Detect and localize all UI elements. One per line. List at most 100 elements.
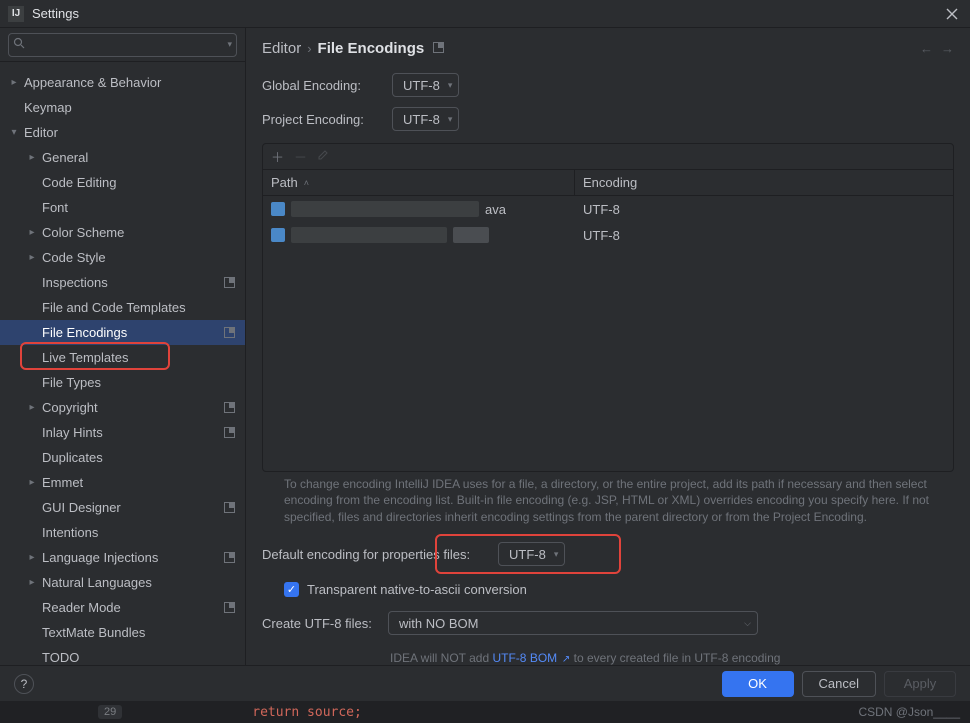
sidebar-item-file-and-code-templates[interactable]: ▸File and Code Templates bbox=[0, 295, 245, 320]
encoding-cell: UTF-8 bbox=[575, 228, 953, 243]
modified-icon bbox=[223, 401, 237, 415]
bom-hint: IDEA will NOT add UTF-8 BOM ↗ to every c… bbox=[262, 651, 954, 665]
default-props-combo[interactable]: UTF-8 ▾ bbox=[498, 542, 565, 566]
back-icon[interactable]: ← bbox=[920, 41, 933, 56]
tree-item-label: Color Scheme bbox=[42, 225, 237, 240]
edit-icon bbox=[317, 149, 329, 164]
transparent-ascii-row[interactable]: ✓ Transparent native-to-ascii conversion bbox=[262, 582, 954, 597]
path-cell bbox=[263, 227, 575, 243]
tree-item-label: Editor bbox=[24, 125, 237, 140]
sidebar-item-inspections[interactable]: ▸Inspections bbox=[0, 270, 245, 295]
modified-icon bbox=[223, 276, 237, 290]
modified-icon bbox=[223, 426, 237, 440]
chevron-right-icon: ▸ bbox=[22, 402, 42, 413]
tree-item-label: File Encodings bbox=[42, 325, 223, 340]
sidebar-item-duplicates[interactable]: ▸Duplicates bbox=[0, 445, 245, 470]
modified-icon bbox=[223, 551, 237, 565]
chevron-right-icon: ▸ bbox=[22, 252, 42, 263]
modified-icon bbox=[223, 501, 237, 515]
tree-item-label: TextMate Bundles bbox=[42, 625, 237, 640]
search-input[interactable] bbox=[29, 38, 227, 52]
sidebar-item-textmate-bundles[interactable]: ▸TextMate Bundles bbox=[0, 620, 245, 645]
chevron-right-icon: ▸ bbox=[22, 477, 42, 488]
redacted-path bbox=[291, 201, 479, 217]
sidebar-item-language-injections[interactable]: ▸Language Injections bbox=[0, 545, 245, 570]
cancel-button[interactable]: Cancel bbox=[802, 671, 876, 697]
search-input-wrap[interactable]: ▾ bbox=[8, 33, 237, 57]
encoding-hint-text: To change encoding IntelliJ IDEA uses fo… bbox=[262, 476, 954, 536]
tree-item-label: Code Style bbox=[42, 250, 237, 265]
table-row[interactable]: avaUTF-8 bbox=[263, 196, 953, 222]
close-icon[interactable] bbox=[942, 4, 962, 24]
tree-item-label: Intentions bbox=[42, 525, 237, 540]
redacted-path bbox=[291, 227, 447, 243]
sidebar-item-appearance-behavior[interactable]: ▸Appearance & Behavior bbox=[0, 70, 245, 95]
project-encoding-row: Project Encoding: UTF-8 ▾ bbox=[262, 107, 954, 131]
table-header: Path ˄ Encoding bbox=[263, 170, 953, 196]
chevron-down-icon: ▾ bbox=[448, 80, 453, 91]
chevron-down-icon[interactable]: ▾ bbox=[227, 39, 232, 50]
line-number: 29 bbox=[98, 705, 122, 719]
sidebar-item-color-scheme[interactable]: ▸Color Scheme bbox=[0, 220, 245, 245]
checkbox-checked-icon[interactable]: ✓ bbox=[284, 582, 299, 597]
sidebar-item-code-style[interactable]: ▸Code Style bbox=[0, 245, 245, 270]
modified-icon bbox=[432, 41, 445, 57]
sidebar-item-emmet[interactable]: ▸Emmet bbox=[0, 470, 245, 495]
column-path[interactable]: Path ˄ bbox=[263, 170, 575, 195]
sidebar-item-gui-designer[interactable]: ▸GUI Designer bbox=[0, 495, 245, 520]
tree-item-label: Keymap bbox=[24, 100, 237, 115]
path-encoding-table: ＋ － Path ˄ Encoding avaUTF-8 UTF-8 bbox=[262, 143, 954, 472]
sidebar-item-intentions[interactable]: ▸Intentions bbox=[0, 520, 245, 545]
sidebar-item-copyright[interactable]: ▸Copyright bbox=[0, 395, 245, 420]
sidebar-item-live-templates[interactable]: ▸Live Templates bbox=[0, 345, 245, 370]
default-props-row: Default encoding for properties files: U… bbox=[262, 542, 954, 566]
sidebar-item-general[interactable]: ▸General bbox=[0, 145, 245, 170]
column-encoding[interactable]: Encoding bbox=[575, 175, 953, 190]
folder-icon bbox=[271, 202, 285, 216]
breadcrumb-parent[interactable]: Editor bbox=[262, 40, 301, 57]
create-utf-row: Create UTF-8 files: with NO BOM ⌵ bbox=[262, 611, 954, 635]
help-icon[interactable]: ? bbox=[14, 674, 34, 694]
window-title: Settings bbox=[32, 6, 942, 21]
tree-item-label: General bbox=[42, 150, 237, 165]
tree-item-label: TODO bbox=[42, 650, 237, 665]
forward-icon[interactable]: → bbox=[941, 41, 954, 56]
sort-asc-icon: ˄ bbox=[304, 178, 309, 188]
utf8-bom-link[interactable]: UTF-8 BOM ↗ bbox=[492, 651, 570, 665]
ok-button[interactable]: OK bbox=[722, 671, 794, 697]
sidebar-item-reader-mode[interactable]: ▸Reader Mode bbox=[0, 595, 245, 620]
app-logo-icon: IJ bbox=[8, 6, 24, 22]
global-encoding-combo[interactable]: UTF-8 ▾ bbox=[392, 73, 459, 97]
tree-item-label: Inlay Hints bbox=[42, 425, 223, 440]
sidebar-item-file-encodings[interactable]: ▸File Encodings bbox=[0, 320, 245, 345]
chevron-right-icon: ▸ bbox=[22, 577, 42, 588]
sidebar-item-keymap[interactable]: ▸Keymap bbox=[0, 95, 245, 120]
sidebar-item-file-types[interactable]: ▸File Types bbox=[0, 370, 245, 395]
sidebar-item-font[interactable]: ▸Font bbox=[0, 195, 245, 220]
redacted-path bbox=[453, 227, 489, 243]
table-toolbar: ＋ － bbox=[263, 144, 953, 170]
table-row[interactable]: UTF-8 bbox=[263, 222, 953, 248]
sidebar-item-inlay-hints[interactable]: ▸Inlay Hints bbox=[0, 420, 245, 445]
modified-icon bbox=[223, 326, 237, 340]
tree-item-label: Inspections bbox=[42, 275, 223, 290]
project-encoding-combo[interactable]: UTF-8 ▾ bbox=[392, 107, 459, 131]
sidebar-item-todo[interactable]: ▸TODO bbox=[0, 645, 245, 665]
create-utf-combo[interactable]: with NO BOM ⌵ bbox=[388, 611, 758, 635]
chevron-down-icon: ▾ bbox=[554, 549, 559, 560]
chevron-right-icon: ▸ bbox=[22, 552, 42, 563]
folder-icon bbox=[271, 228, 285, 242]
editor-strip: 29 return source; bbox=[0, 701, 970, 723]
default-props-label: Default encoding for properties files: bbox=[262, 547, 498, 562]
external-link-icon: ↗ bbox=[559, 654, 570, 665]
tree-item-label: Live Templates bbox=[42, 350, 237, 365]
sidebar-item-natural-languages[interactable]: ▸Natural Languages bbox=[0, 570, 245, 595]
sidebar: ▾ ▸Appearance & Behavior▸Keymap▾Editor▸G… bbox=[0, 28, 246, 665]
sidebar-item-editor[interactable]: ▾Editor bbox=[0, 120, 245, 145]
tree-item-label: Duplicates bbox=[42, 450, 237, 465]
sidebar-item-code-editing[interactable]: ▸Code Editing bbox=[0, 170, 245, 195]
tree-item-label: Code Editing bbox=[42, 175, 237, 190]
add-icon[interactable]: ＋ bbox=[271, 147, 284, 166]
tree-item-label: Reader Mode bbox=[42, 600, 223, 615]
code-fragment: return source; bbox=[252, 705, 362, 720]
